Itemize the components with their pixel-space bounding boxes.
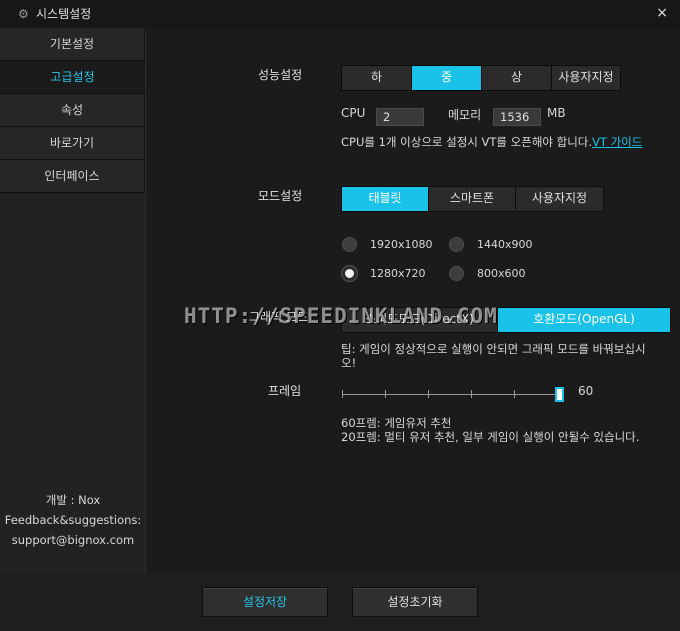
settings-panel: 성능설정 하 중 상 사용자지정 CPU 2 메모리 1536 MB CPU를 … xyxy=(146,28,680,574)
performance-mid-button[interactable]: 중 xyxy=(412,66,482,90)
mode-label: 모드설정 xyxy=(258,189,303,203)
performance-selector: 하 중 상 사용자지정 xyxy=(341,65,621,91)
close-icon[interactable]: × xyxy=(656,5,668,21)
frame-value: 60 xyxy=(578,384,594,398)
sidebar: 기본설정 고급설정 속성 바로가기 인터페이스 개발 : Nox Feedbac… xyxy=(0,28,146,574)
feedback-label: Feedback&suggestions: xyxy=(4,513,142,527)
save-settings-button[interactable]: 설정저장 xyxy=(202,587,328,617)
memory-field[interactable]: 1536 xyxy=(493,108,541,126)
resolution-1920-label: 1920x1080 xyxy=(370,238,433,251)
resolution-1280-radio[interactable] xyxy=(342,266,357,281)
graphics-label: 그래픽 모드 xyxy=(249,310,309,324)
frame-slider-tick xyxy=(428,390,429,398)
frame-slider-tick xyxy=(385,390,386,398)
mode-smartphone-button[interactable]: 스마트폰 xyxy=(429,187,516,211)
frame-note-60: 60프렘: 게임유저 추천 xyxy=(341,416,452,430)
sidebar-item-shortcut[interactable]: 바로가기 xyxy=(0,127,145,160)
vt-note-text: CPU를 1개 이상으로 설정시 VT를 오픈해야 합니다. xyxy=(341,135,593,149)
sidebar-footer: 개발 : Nox Feedback&suggestions: support@b… xyxy=(0,490,146,550)
resolution-800-radio[interactable] xyxy=(449,266,464,281)
cpu-label: CPU xyxy=(341,106,366,120)
bottom-bar: 설정저장 설정초기화 xyxy=(0,574,680,631)
mode-selector: 태블릿 스마트폰 사용자지정 xyxy=(341,186,604,212)
support-email: support@bignox.com xyxy=(11,533,135,547)
frame-slider-tick xyxy=(514,390,515,398)
sidebar-item-properties[interactable]: 속성 xyxy=(0,94,145,127)
frame-label: 프레임 xyxy=(268,384,302,398)
vt-note: CPU를 1개 이상으로 설정시 VT를 오픈해야 합니다.VT 가이드 xyxy=(341,135,661,149)
memory-unit: MB xyxy=(547,106,566,120)
performance-low-button[interactable]: 하 xyxy=(342,66,412,90)
title-bar: ⚙ 시스템설정 × xyxy=(0,0,680,28)
graphics-directx-button[interactable]: 스피드모드(DirectX) xyxy=(342,308,498,332)
resolution-1920-radio[interactable] xyxy=(342,237,357,252)
resolution-1440-radio[interactable] xyxy=(449,237,464,252)
sidebar-item-basic[interactable]: 기본설정 xyxy=(0,28,145,61)
mode-tablet-button[interactable]: 태블릿 xyxy=(342,187,429,211)
mode-custom-button[interactable]: 사용자지정 xyxy=(516,187,603,211)
window-title: 시스템설정 xyxy=(36,7,92,21)
graphics-tip: 팁: 게임이 정상적으로 실행이 안되면 그래픽 모드를 바꿔보십시오! xyxy=(341,342,646,370)
sidebar-item-advanced[interactable]: 고급설정 xyxy=(0,61,145,94)
frame-slider-track[interactable] xyxy=(342,394,558,395)
memory-label: 메모리 xyxy=(448,108,482,122)
resolution-1280-label: 1280x720 xyxy=(370,267,426,280)
sidebar-item-interface[interactable]: 인터페이스 xyxy=(0,160,145,193)
graphics-opengl-button[interactable]: 호환모드(OpenGL) xyxy=(498,308,670,332)
vt-guide-link[interactable]: VT 가이드 xyxy=(592,135,642,149)
developer-label: 개발 : Nox xyxy=(45,493,101,507)
frame-slider-tick xyxy=(342,390,343,398)
performance-high-button[interactable]: 상 xyxy=(482,66,552,90)
performance-label: 성능설정 xyxy=(258,68,303,82)
gear-icon: ⚙ xyxy=(18,7,29,21)
frame-slider-tick xyxy=(471,390,472,398)
reset-settings-button[interactable]: 설정초기화 xyxy=(352,587,478,617)
frame-slider-thumb[interactable] xyxy=(555,387,564,402)
frame-note-20: 20프렘: 멀티 유저 추천, 일부 게임이 실행이 안될수 있습니다. xyxy=(341,430,640,444)
graphics-selector: 스피드모드(DirectX) 호환모드(OpenGL) xyxy=(341,307,671,333)
performance-custom-button[interactable]: 사용자지정 xyxy=(552,66,620,90)
cpu-field[interactable]: 2 xyxy=(376,108,424,126)
resolution-1440-label: 1440x900 xyxy=(477,238,533,251)
resolution-800-label: 800x600 xyxy=(477,267,526,280)
